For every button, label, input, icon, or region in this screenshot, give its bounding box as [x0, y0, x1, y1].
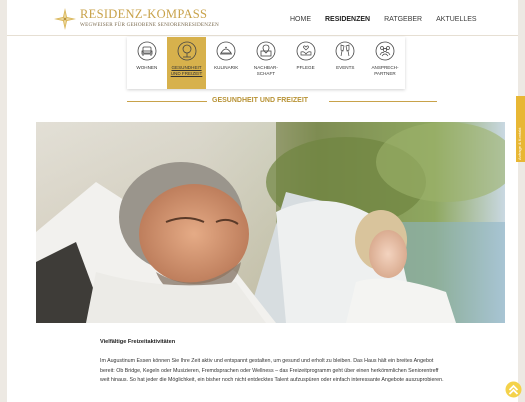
contact-request-tab[interactable]: Anfrage & Kontakt	[516, 96, 525, 162]
category-label: WOHNEN	[136, 65, 157, 71]
category-label-line1: WOHNEN	[136, 65, 158, 70]
cloche-icon	[216, 41, 236, 61]
section-title: GESUNDHEIT UND FREIZEIT	[212, 97, 309, 104]
category-wohnen[interactable]: WOHNEN	[127, 37, 167, 89]
tree-icon	[177, 41, 196, 61]
category-label: NACHBAR- SCHAFT	[254, 65, 278, 76]
main-navigation: HOME RESIDENZEN RATGEBER AKTUELLES	[290, 16, 477, 23]
category-gesundheit[interactable]: GESUNDHEIT UND FREIZEIT	[166, 37, 207, 89]
category-label-line1: PFLEGE	[296, 65, 315, 70]
category-label: PFLEGE	[297, 65, 315, 71]
category-label: ANSPRECH- PARTNER	[371, 65, 398, 76]
category-label-line1: KULINARIK	[214, 65, 239, 70]
nav-item-ratgeber[interactable]: RATGEBER	[384, 16, 422, 23]
category-label: KULINARIK	[214, 65, 238, 71]
category-kulinarik[interactable]: KULINARIK	[206, 37, 246, 89]
hero-image	[36, 122, 505, 323]
article-heading: Vielfältige Freizeitaktivitäten	[100, 339, 176, 345]
category-events[interactable]: EVENTS	[325, 37, 365, 89]
compass-logo-icon[interactable]	[54, 8, 76, 30]
category-ansprech[interactable]: ANSPRECH- PARTNER	[365, 37, 405, 89]
people-icon	[375, 41, 395, 61]
contact-request-label: Anfrage & Kontakt	[517, 127, 522, 160]
section-divider-right	[329, 101, 437, 102]
page: RESIDENZ-KOMPASS WEGWEISER FÜR GEHOBENE …	[7, 0, 518, 402]
brand-subtitle: WEGWEISER FÜR GEHOBENE SENIORENRESIDENZE…	[80, 22, 219, 28]
article-body: Im Augustinum Essen können Sie Ihre Zeit…	[100, 358, 444, 383]
category-nachbar[interactable]: NACHBAR- SCHAFT	[246, 37, 286, 89]
armchair-icon	[137, 41, 157, 61]
category-label-line1: GESUNDHEIT	[171, 65, 202, 70]
category-label-line2: UND FREIZEIT	[170, 70, 203, 76]
category-label-line1: NACHBAR-	[253, 65, 278, 70]
section-divider-left	[127, 101, 207, 102]
nav-item-aktuelles[interactable]: AKTUELLES	[436, 16, 476, 23]
category-pflege[interactable]: PFLEGE	[286, 37, 326, 89]
brand-title[interactable]: RESIDENZ-KOMPASS	[80, 7, 207, 22]
category-label-line2: PARTNER	[374, 70, 396, 76]
scroll-to-top-icon[interactable]	[505, 381, 522, 398]
champagne-glasses-icon	[335, 41, 355, 61]
category-label: EVENTS	[336, 65, 354, 71]
category-label-line2: SCHAFT	[256, 70, 276, 76]
site-header: RESIDENZ-KOMPASS WEGWEISER FÜR GEHOBENE …	[7, 0, 518, 36]
category-label-line1: EVENTS	[336, 65, 355, 70]
category-navigation: WOHNEN GESUNDHEIT UND FREIZEIT KULINARIK NAC…	[127, 37, 405, 89]
category-label: GESUNDHEIT UND FREIZEIT	[171, 65, 203, 76]
relaxing-seniors-photo	[36, 122, 505, 323]
hands-heart-icon	[296, 41, 315, 61]
map-pin-icon	[256, 41, 276, 61]
nav-item-home[interactable]: HOME	[290, 16, 311, 23]
category-label-line1: ANSPRECH-	[371, 65, 399, 70]
nav-item-residenzen[interactable]: RESIDENZEN	[325, 16, 370, 23]
